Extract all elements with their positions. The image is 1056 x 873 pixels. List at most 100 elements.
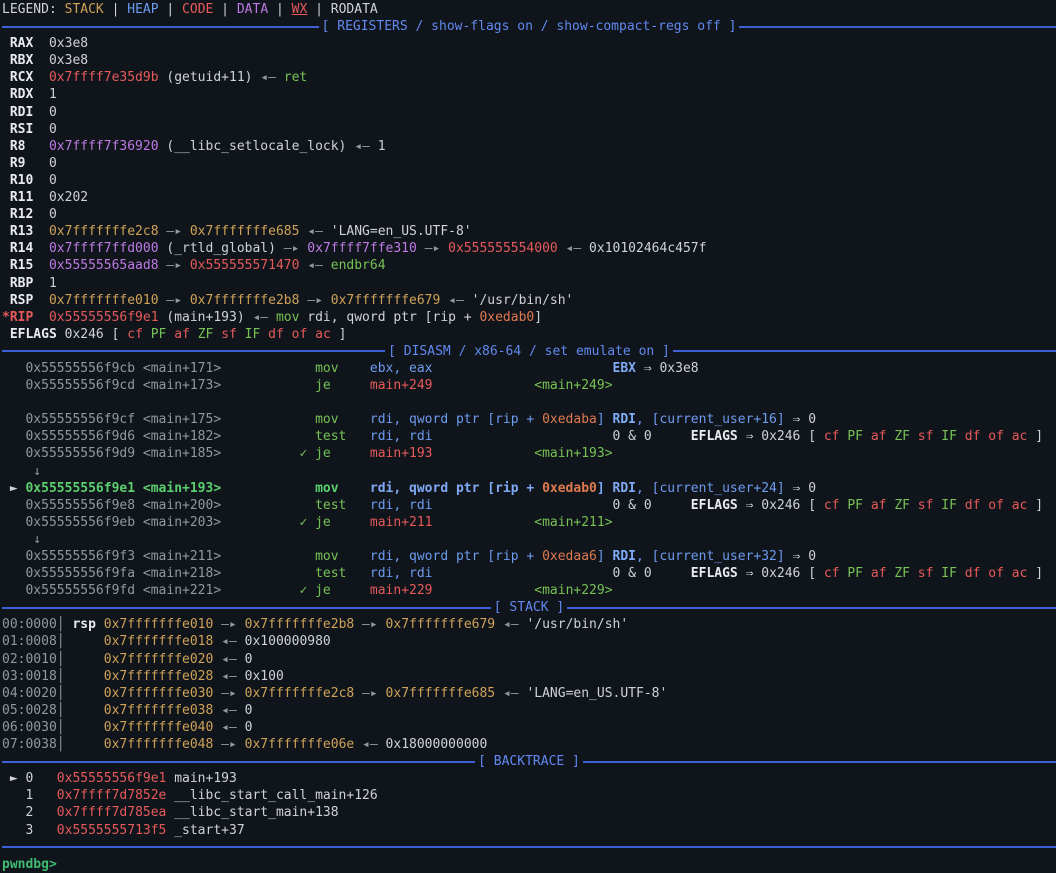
registers-line: RAX 0x3e8 bbox=[2, 35, 1056, 52]
text-token: 00:0000 bbox=[2, 617, 57, 632]
text-token: <main+182> bbox=[135, 429, 221, 444]
text-token: RCX bbox=[2, 70, 49, 85]
text-token: <main+200> bbox=[135, 498, 221, 513]
divider-line bbox=[2, 846, 1056, 848]
text-token: PF bbox=[847, 498, 870, 513]
prompt-label[interactable]: pwndbg> bbox=[2, 857, 57, 872]
text-token bbox=[339, 412, 370, 427]
text-token: of bbox=[988, 566, 1011, 581]
registers-line: RDX 1 bbox=[2, 86, 1056, 103]
text-token: RODATA bbox=[331, 2, 378, 17]
registers-line: R13 0x7fffffffe2c8 —▸ 0x7fffffffe685 ◂— … bbox=[2, 223, 1056, 240]
text-token: 0xedab0 bbox=[479, 310, 534, 325]
disasm-line: 0x55555556f9cb <main+171> mov ebx, eax E… bbox=[2, 360, 1056, 377]
text-token: 0 bbox=[49, 122, 57, 137]
text-token: ◂— bbox=[213, 720, 244, 735]
text-token: 0 bbox=[49, 156, 57, 171]
text-token: R13 bbox=[2, 224, 49, 239]
text-token bbox=[2, 429, 25, 444]
text-token: mov bbox=[315, 361, 338, 376]
text-token: 01:0008 bbox=[2, 634, 57, 649]
text-token: 0x7ffff7e35d9b bbox=[49, 70, 159, 85]
text-token bbox=[433, 498, 613, 513]
text-token: ZF bbox=[894, 566, 917, 581]
prompt-line[interactable]: pwndbg> bbox=[2, 856, 1056, 873]
text-token: │ bbox=[57, 720, 104, 735]
text-token: <main+173> bbox=[135, 378, 221, 393]
text-token: —▸ bbox=[354, 686, 385, 701]
registers-line: R15 0x55555565aad8 —▸ 0x555555571470 ◂— … bbox=[2, 257, 1056, 274]
text-token: DATA bbox=[237, 2, 268, 17]
divider-line bbox=[2, 350, 385, 352]
divider-line bbox=[739, 26, 1056, 28]
text-token: ◂— bbox=[354, 139, 377, 154]
text-token: je bbox=[315, 378, 331, 393]
text-token: ◂— bbox=[252, 310, 275, 325]
text-token: 0x55555556f9e1 bbox=[49, 310, 159, 325]
text-token: <main+185> bbox=[135, 446, 221, 461]
text-token: 0x7fffffffe040 bbox=[104, 720, 214, 735]
text-token: 'LANG=en_US.UTF-8' bbox=[331, 224, 472, 239]
text-token: | bbox=[104, 2, 127, 17]
text-token: R9 bbox=[2, 156, 49, 171]
text-token: ✓ je bbox=[299, 515, 330, 530]
text-token bbox=[2, 566, 25, 581]
text-token: 0x100 bbox=[245, 669, 284, 684]
text-token: 0x7fffffffe685 bbox=[386, 686, 496, 701]
text-token bbox=[221, 583, 299, 598]
text-token: cf bbox=[824, 566, 847, 581]
text-token: ◂— bbox=[213, 634, 244, 649]
stack-line: 01:0008│ 0x7fffffffe018 ◂— 0x100000980 bbox=[2, 633, 1056, 650]
text-token: af bbox=[871, 566, 894, 581]
section-title: [ REGISTERS / show-flags on / show-compa… bbox=[319, 19, 740, 34]
text-token: , [current_user+16] bbox=[636, 412, 785, 427]
text-token: '/usr/bin/sh' bbox=[472, 293, 574, 308]
text-token bbox=[221, 429, 315, 444]
text-token: rsp bbox=[72, 617, 103, 632]
text-token bbox=[2, 515, 25, 530]
text-token: EFLAGS bbox=[691, 498, 738, 513]
text-token: af bbox=[871, 498, 894, 513]
text-token: ] bbox=[597, 549, 605, 564]
text-token: ◂— bbox=[440, 293, 471, 308]
text-token: 0x55555556f9fa bbox=[25, 566, 135, 581]
registers-line: RSI 0 bbox=[2, 121, 1056, 138]
text-token: rdi, qword ptr [rip + bbox=[370, 549, 542, 564]
disasm-line: 0x55555556f9e8 <main+200> test rdi, rdi … bbox=[2, 497, 1056, 514]
text-token: IF bbox=[941, 498, 964, 513]
text-token: main+249 bbox=[370, 378, 433, 393]
section-title: [ BACKTRACE ] bbox=[475, 754, 583, 769]
text-token: af bbox=[871, 429, 894, 444]
text-token: EBX bbox=[613, 361, 636, 376]
text-token: 0x3e8 bbox=[49, 53, 88, 68]
text-token bbox=[331, 515, 370, 530]
text-token: EFLAGS bbox=[2, 327, 65, 342]
text-token: __libc_start_main+138 bbox=[166, 805, 338, 820]
text-token: 0x55555556f9fd bbox=[25, 583, 135, 598]
text-token: 0x7fffffffe685 bbox=[190, 224, 300, 239]
text-token: ] bbox=[331, 327, 347, 342]
text-token: —▸ bbox=[159, 258, 190, 273]
text-token: —▸ bbox=[213, 737, 244, 752]
text-token: 0x7ffff7d785ea bbox=[57, 805, 167, 820]
text-token: 0 bbox=[49, 207, 57, 222]
text-token: WX bbox=[292, 2, 308, 17]
text-token: 0xedaba bbox=[542, 412, 597, 427]
text-token bbox=[221, 361, 315, 376]
registers-line: RSP 0x7fffffffe010 —▸ 0x7fffffffe2b8 —▸ … bbox=[2, 292, 1056, 309]
text-token: 0x55555556f9cb bbox=[25, 361, 135, 376]
text-token: ✓ je bbox=[299, 446, 330, 461]
text-token: ◂— bbox=[213, 703, 244, 718]
text-token: , [current_user+32] bbox=[636, 549, 785, 564]
text-token: 0x18000000000 bbox=[386, 737, 488, 752]
section-header-disasm: [ DISASM / x86-64 / set emulate on ] bbox=[2, 343, 1056, 360]
text-token: sf bbox=[918, 498, 941, 513]
divider-line bbox=[2, 26, 319, 28]
text-token: 1 bbox=[49, 276, 57, 291]
backtrace-line: 1 0x7ffff7d7852e __libc_start_call_main+… bbox=[2, 787, 1056, 804]
text-token: df bbox=[965, 498, 988, 513]
text-token: af bbox=[174, 327, 197, 342]
section-title: [ STACK ] bbox=[491, 600, 567, 615]
text-token: 0x7fffffffe010 bbox=[49, 293, 159, 308]
text-token bbox=[433, 429, 613, 444]
